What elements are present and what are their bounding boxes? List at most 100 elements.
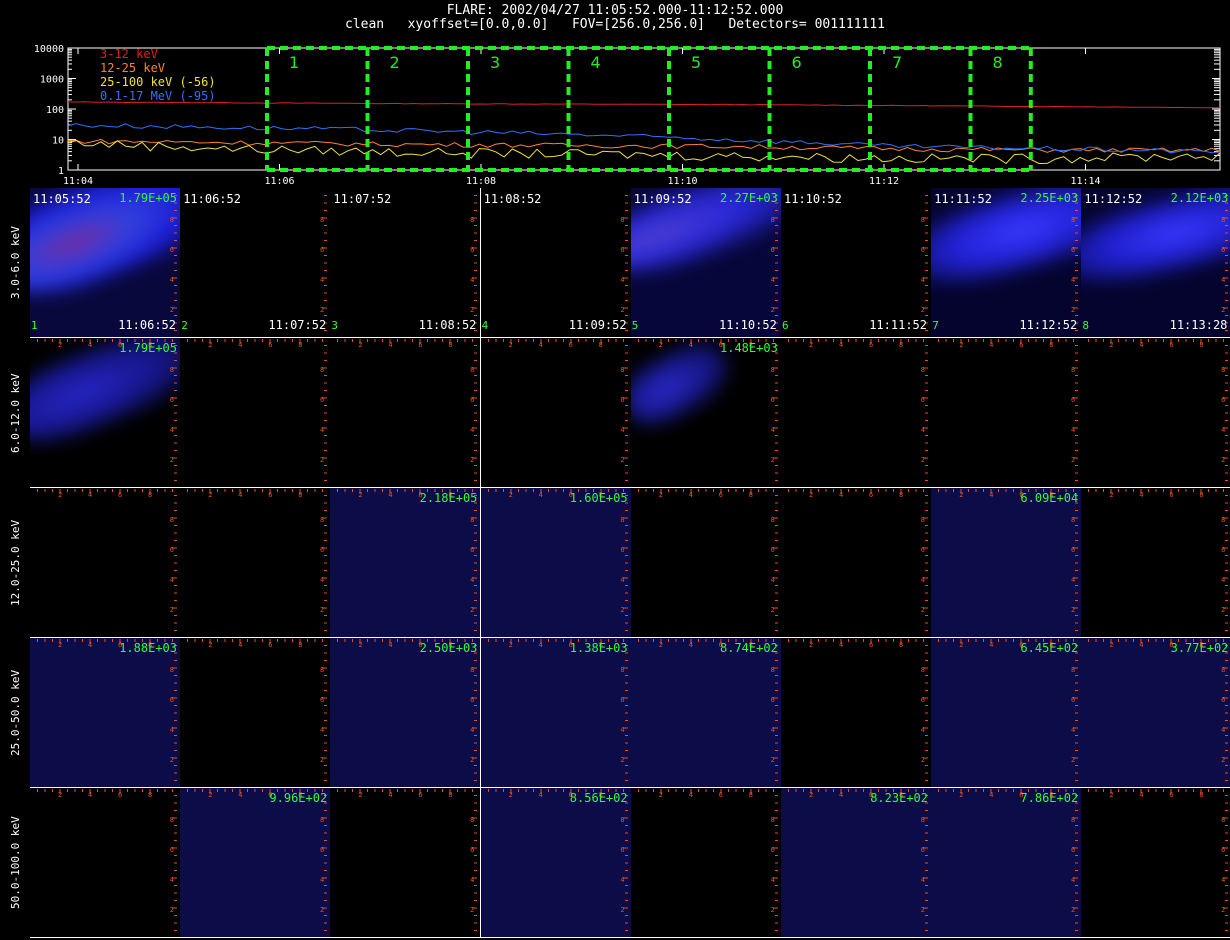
image-cell[interactable]: 2 4 6 8 11:09:52 11:10:52 5 2.27E+03	[630, 188, 782, 338]
cell-axis-ticks	[938, 339, 1079, 481]
axis-tick-label: 4	[388, 791, 393, 799]
image-cell[interactable]: 2 4 6 8 2 4 6 8	[781, 638, 932, 788]
axis-tick-label: 6	[268, 491, 273, 499]
cell-axis-ticks	[637, 789, 778, 931]
image-cell[interactable]: 2 4 6 8 2 4 6 8	[180, 638, 332, 788]
image-cell[interactable]: 2 4 6 8 11:11:52 11:12:52 7 2.25E+03	[931, 188, 1083, 338]
axis-tick-label: 2	[920, 306, 925, 314]
axis-tick-label: 8	[169, 366, 174, 374]
axis-tick-label: 4	[839, 341, 844, 349]
image-cell[interactable]: 2 4 6 8 2 4 6 8	[180, 338, 332, 488]
axis-tick-label: 4	[770, 276, 775, 284]
tick-marks	[637, 789, 778, 931]
image-cell[interactable]: 2 4 6 8 11:07:52 11:08:52 3	[330, 188, 482, 338]
axis-tick-label: 4	[238, 791, 243, 799]
end-time-label: 11:12:52	[1019, 318, 1078, 332]
image-cell[interactable]: 2 4 6 8 2 4 6 8	[781, 488, 932, 638]
axis-tick-label: 6	[920, 246, 925, 254]
axis-tick-label: 2	[1221, 456, 1226, 464]
axis-tick-label: 8	[920, 366, 925, 374]
image-cell[interactable]: 2 4 6 8 2 4 6 8	[1081, 488, 1230, 638]
axis-tick-label: 2	[319, 906, 325, 914]
axis-tick-label: 4	[688, 791, 694, 799]
image-cell[interactable]: 2 4 6 8 2 4 6 8	[1081, 788, 1230, 938]
axis-tick-label: 2	[58, 641, 63, 649]
axis-tick-label: 4	[839, 791, 844, 799]
axis-tick-label: 6	[470, 546, 475, 554]
tick-marks	[487, 489, 628, 631]
axis-tick-label: 4	[169, 276, 174, 284]
image-cell[interactable]: 2 4 6 8 2 4 6 8	[781, 338, 932, 488]
image-cell[interactable]: 2 4 6 8 2 4 6 8	[180, 488, 332, 638]
image-cell[interactable]: 2 4 6 8 2 4 6 8	[30, 788, 181, 938]
axis-tick-label: 2	[1070, 306, 1076, 314]
image-cell[interactable]: 2 4 6 8 2 4 6 8 1.88E+03	[30, 638, 181, 788]
axis-tick-label: 4	[169, 426, 174, 434]
axis-tick-label: 4	[920, 276, 925, 284]
axis-tick-label: 2	[508, 341, 513, 349]
axis-tick-label: 6	[770, 546, 775, 554]
cell-axis-ticks	[788, 639, 928, 781]
image-cell[interactable]: 2 4 6 8 2 4 6 8 7.86E+02	[931, 788, 1083, 938]
axis-tick-label: 8	[319, 216, 325, 224]
axis-tick-label: 8	[169, 666, 174, 674]
image-cell[interactable]: 2 4 6 8 2 4 6 8	[630, 488, 782, 638]
axis-tick-label: 6	[568, 341, 573, 349]
image-cell[interactable]: 2 4 6 8 2 4 6 8 2.50E+03	[330, 638, 482, 788]
cell-axis-ticks	[487, 789, 628, 931]
image-cell[interactable]: 2 4 6 8 2 4 6 8	[480, 338, 632, 488]
image-cell[interactable]: 2 4 6 8 11:12:52 11:13:28 8 2.12E+03	[1081, 188, 1230, 338]
axis-tick-label: 4	[470, 276, 475, 284]
image-cell[interactable]: 2 4 6 8 2 4 6 8 8.56E+02	[480, 788, 632, 938]
axis-tick-label: 2	[1221, 306, 1226, 314]
axis-tick-label: 2	[470, 456, 475, 464]
image-cell[interactable]: 2 4 6 8 2 4 6 8 1.48E+03	[630, 338, 782, 488]
axis-tick-label: 8	[620, 366, 625, 374]
image-cell[interactable]: 2 4 6 8 2 4 6 8 8.23E+02	[781, 788, 932, 938]
image-cell[interactable]: 2 4 6 8 2 4 6 8 1.79E+05	[30, 338, 181, 488]
start-time-label: 11:07:52	[333, 192, 392, 206]
cell-axis-ticks	[37, 489, 177, 631]
cell-axis-ticks	[322, 195, 328, 331]
axis-tick-label: 4	[989, 341, 994, 349]
image-cell[interactable]: 2 4 6 8 2 4 6 8	[330, 338, 482, 488]
image-cell[interactable]: 2 4 6 8 2 4 6 8 6.45E+02	[931, 638, 1083, 788]
image-cell[interactable]: 2 4 6 8 2 4 6 8	[1081, 338, 1230, 488]
cell-axis-ticks	[788, 789, 928, 931]
image-cell[interactable]: 2 4 6 8 2 4 6 8	[330, 788, 482, 938]
image-cell[interactable]: 2 4 6 8 2 4 6 8 8.74E+02	[630, 638, 782, 788]
tick-marks	[337, 339, 478, 481]
image-cell[interactable]: 2 4 6 8 2 4 6 8 6.09E+04	[931, 488, 1083, 638]
image-cell[interactable]: 2 4 6 8 2 4 6 8	[931, 338, 1083, 488]
axis-tick-label: 2	[208, 491, 213, 499]
axis-tick-label: 2	[319, 306, 325, 314]
cell-axis-ticks	[187, 489, 328, 631]
image-cell[interactable]: 2 4 6 8 11:10:52 11:11:52 6	[781, 188, 932, 338]
peak-value-label: 3.77E+02	[1170, 641, 1229, 655]
image-cell[interactable]: 2 4 6 8 2 4 6 8	[30, 488, 181, 638]
image-cell[interactable]: 2 4 6 8 11:08:52 11:09:52 4	[480, 188, 632, 338]
axis-tick-label: 2	[1109, 341, 1114, 349]
axis-tick-label: 4	[620, 426, 625, 434]
axis-tick-label: 6	[869, 341, 874, 349]
start-time-label: 11:11:52	[934, 192, 992, 206]
energy-band-label: 6.0-12.0 keV	[9, 373, 22, 453]
start-time-label: 11:06:52	[183, 192, 241, 206]
image-cell[interactable]: 2 4 6 8 2 4 6 8 1.38E+03	[480, 638, 632, 788]
peak-value-label: 1.38E+03	[569, 641, 628, 655]
image-cell[interactable]: 2 4 6 8 11:05:52 11:06:52 1 1.79E+05	[30, 188, 181, 338]
image-cell[interactable]: 2 4 6 8 2 4 6 8 3.77E+02	[1081, 638, 1230, 788]
image-cell[interactable]: 2 4 6 8 2 4 6 8	[630, 788, 782, 938]
axis-tick-label: 4	[1139, 341, 1144, 349]
cell-axis-ticks	[487, 639, 628, 781]
image-cell[interactable]: 2 4 6 8 2 4 6 8 1.60E+05	[480, 488, 632, 638]
image-cell[interactable]: 2 4 6 8 11:06:52 11:07:52 2	[180, 188, 332, 338]
interval-number-label: 6	[782, 319, 789, 332]
image-cell[interactable]: 2 4 6 8 2 4 6 8 2.18E+05	[330, 488, 482, 638]
peak-value-label: 8.23E+02	[870, 791, 928, 805]
image-cell[interactable]: 2 4 6 8 2 4 6 8 9.96E+02	[180, 788, 332, 938]
axis-tick-label: 4	[770, 576, 775, 584]
axis-tick-label: 8	[620, 216, 625, 224]
cell-axis-ticks	[637, 639, 778, 781]
axis-tick-label: 2	[169, 456, 174, 464]
